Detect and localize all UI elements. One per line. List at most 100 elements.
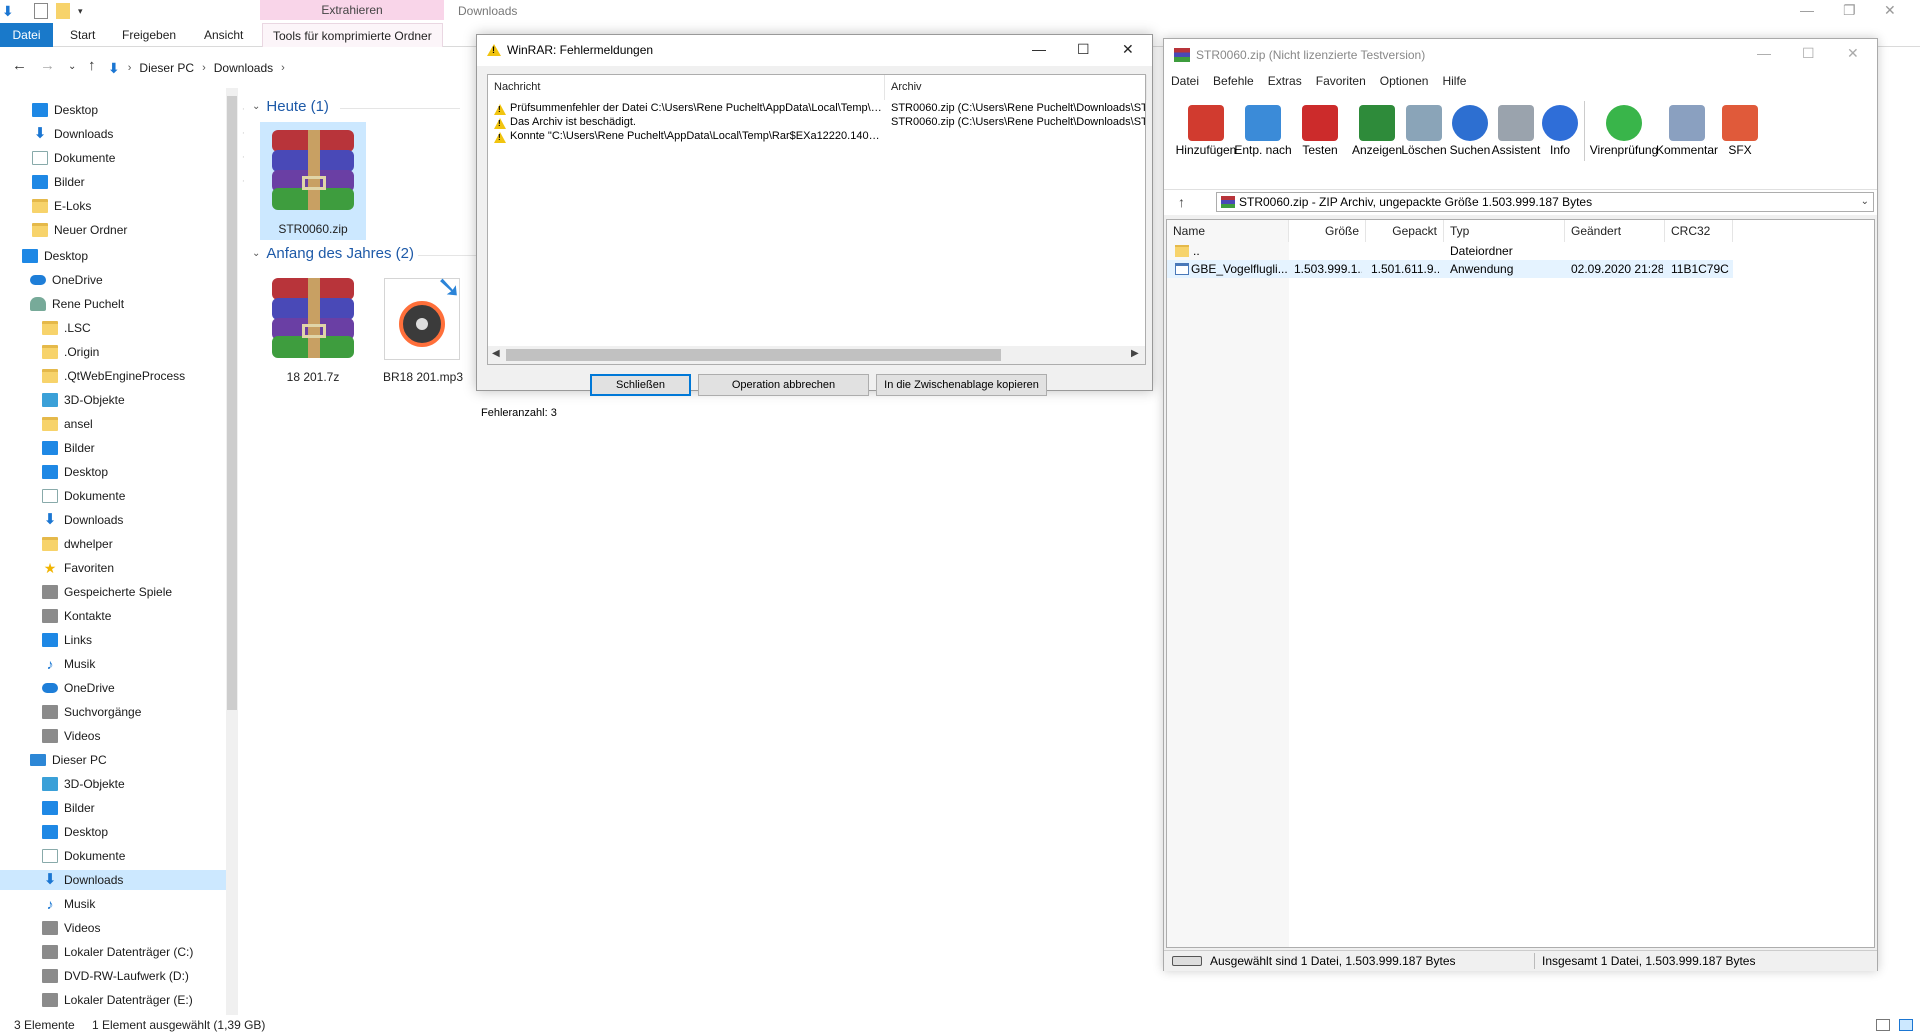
pin-icon[interactable]: ✦ (242, 124, 244, 144)
details-view-icon[interactable] (1876, 1019, 1890, 1031)
up-button[interactable]: ↑ (88, 57, 96, 74)
quick-access-download-icon[interactable]: ⬇ (2, 3, 16, 19)
sidebar-item-dvd-rw-laufwerk-d[interactable]: DVD-RW-Laufwerk (D:) (42, 966, 226, 986)
copy-to-clipboard-button[interactable]: In die Zwischenablage kopieren (876, 374, 1047, 396)
sidebar-item-dokumente[interactable]: Dokumente ✦ (32, 148, 244, 168)
column-header-modified[interactable]: Geändert (1565, 220, 1665, 242)
sidebar-item-musik[interactable]: ♪ Musik (42, 894, 226, 914)
tab-compressed-folder-tools[interactable]: Tools für komprimierte Ordner (262, 23, 443, 47)
quick-access-customize-icon[interactable]: ▾ (78, 6, 92, 22)
sidebar-item-downloads[interactable]: ⬇ Downloads (0, 870, 226, 890)
breadcrumb-item-dieser-pc[interactable]: Dieser PC (139, 61, 194, 75)
close-button[interactable]: ✕ (1847, 45, 1859, 62)
breadcrumb-separator-icon[interactable]: › (128, 62, 132, 74)
sidebar-item-onedrive[interactable]: OneDrive (42, 678, 226, 698)
quick-access-new-folder-icon[interactable] (56, 3, 70, 19)
column-header-message[interactable]: Nachricht (488, 75, 885, 100)
sidebar-item-links[interactable]: Links (42, 630, 226, 650)
sidebar-item-qtwebengineprocess[interactable]: .QtWebEngineProcess (42, 366, 226, 386)
list-item[interactable]: Konnte "C:\Users\Rene Puchelt\AppData\Lo… (488, 130, 1145, 146)
column-header-type[interactable]: Typ (1444, 220, 1565, 242)
sidebar-item-suchvorgänge[interactable]: Suchvorgänge (42, 702, 226, 722)
sidebar-item-desktop[interactable]: Desktop (42, 462, 226, 482)
sidebar-item-musik[interactable]: ♪ Musik (42, 654, 226, 674)
sidebar-item-lokaler-datenträger-c[interactable]: Lokaler Datenträger (C:) (42, 942, 226, 962)
navigation-scrollbar-thumb[interactable] (227, 96, 237, 710)
menu-datei[interactable]: Datei (1164, 71, 1206, 91)
scroll-left-icon[interactable]: ◀ (492, 348, 500, 359)
sidebar-item-desktop[interactable]: Desktop (22, 246, 226, 266)
breadcrumb-separator-icon[interactable]: › (202, 62, 206, 74)
tab-freigeben[interactable]: Freigeben (112, 23, 186, 47)
sidebar-item-desktop[interactable]: Desktop ✦ (32, 100, 244, 120)
menu-optionen[interactable]: Optionen (1373, 71, 1436, 91)
column-header-name[interactable]: Name (1167, 220, 1289, 242)
sidebar-item-e-loks[interactable]: E-Loks (32, 196, 226, 216)
sidebar-item-rene-puchelt[interactable]: Rene Puchelt (30, 294, 226, 314)
pin-icon[interactable]: ✦ (242, 100, 244, 120)
file-br18-201-mp3[interactable]: ➘ BR18 201.mp3 (370, 270, 476, 388)
group-header-today[interactable]: ⌄ Heute (1) (252, 98, 329, 115)
sidebar-item-bilder[interactable]: Bilder (42, 438, 226, 458)
sidebar-item-gespeicherte-spiele[interactable]: Gespeicherte Spiele (42, 582, 226, 602)
tab-datei[interactable]: Datei (0, 23, 53, 47)
minimize-button[interactable]: — (1032, 41, 1046, 57)
pin-icon[interactable]: ✦ (242, 148, 244, 168)
table-row[interactable]: GBE_Vogelflugli... 1.503.999.1... 1.501.… (1167, 260, 1733, 278)
pin-icon[interactable]: ✦ (242, 172, 244, 192)
info-button[interactable]: Info (1530, 99, 1590, 157)
up-one-level-icon[interactable]: ↑ (1178, 194, 1185, 210)
column-header-size[interactable]: Größe (1289, 220, 1366, 242)
file-18-201-7z[interactable]: 18 201.7z (260, 270, 366, 388)
sidebar-item-dwhelper[interactable]: dwhelper (42, 534, 226, 554)
sidebar-item-kontakte[interactable]: Kontakte (42, 606, 226, 626)
sidebar-item-lsc[interactable]: .LSC (42, 318, 226, 338)
forward-button[interactable]: → (40, 57, 55, 74)
tiles-view-icon[interactable] (1899, 1019, 1914, 1031)
sidebar-item-downloads[interactable]: ⬇ Downloads ✦ (32, 124, 244, 144)
breadcrumb-item-downloads[interactable]: Downloads (214, 61, 273, 75)
column-header-packed[interactable]: Gepackt (1366, 220, 1444, 242)
sidebar-item-favoriten[interactable]: ★ Favoriten (42, 558, 226, 578)
sidebar-item-bilder[interactable]: Bilder ✦ (32, 172, 244, 192)
breadcrumb-separator-icon[interactable]: › (281, 62, 285, 74)
sidebar-item-lokaler-datenträger-e[interactable]: Lokaler Datenträger (E:) (42, 990, 226, 1010)
column-header-archive[interactable]: Archiv (885, 75, 1147, 100)
recent-locations-chevron-icon[interactable]: ⌄ (68, 61, 76, 72)
restore-button[interactable]: ❐ (1843, 2, 1856, 19)
close-dialog-button[interactable]: Schließen (590, 374, 691, 396)
sidebar-item-origin[interactable]: .Origin (42, 342, 226, 362)
minimize-button[interactable]: — (1800, 2, 1814, 18)
menu-extras[interactable]: Extras (1261, 71, 1309, 91)
tab-start[interactable]: Start (60, 23, 105, 47)
sidebar-item-neuer-ordner[interactable]: Neuer Ordner (32, 220, 226, 240)
archive-path-combobox[interactable]: STR0060.zip - ZIP Archiv, ungepackte Grö… (1216, 192, 1874, 212)
view-toggle-icons[interactable] (1876, 1019, 1916, 1033)
table-row[interactable]: .. Dateiordner (1167, 242, 1733, 260)
sidebar-item-videos[interactable]: Videos (42, 918, 226, 938)
sidebar-item-dokumente[interactable]: Dokumente (42, 846, 226, 866)
abort-operation-button[interactable]: Operation abbrechen (698, 374, 869, 396)
sidebar-item-dokumente[interactable]: Dokumente (42, 486, 226, 506)
file-str0060-zip[interactable]: STR0060.zip (260, 122, 366, 240)
horizontal-scrollbar[interactable]: ◀ ▶ (488, 346, 1145, 364)
sidebar-item-3d-objekte[interactable]: 3D-Objekte (42, 390, 226, 410)
tab-ansicht[interactable]: Ansicht (194, 23, 253, 47)
sidebar-item-downloads[interactable]: ⬇ Downloads (42, 510, 226, 530)
sfx-button[interactable]: SFX (1710, 99, 1770, 157)
minimize-button[interactable]: — (1757, 45, 1771, 61)
scroll-right-icon[interactable]: ▶ (1131, 348, 1139, 359)
close-button[interactable]: ✕ (1122, 41, 1134, 58)
virus-scan-button[interactable]: Virenprüfung (1590, 99, 1658, 157)
chevron-down-icon[interactable]: ⌄ (1861, 193, 1869, 211)
quick-access-properties-icon[interactable] (34, 3, 48, 19)
sidebar-item-onedrive[interactable]: OneDrive (30, 270, 226, 290)
group-header-earlier-this-year[interactable]: ⌄ Anfang des Jahres (2) (252, 245, 414, 262)
maximize-button[interactable]: ☐ (1802, 45, 1815, 62)
menu-favoriten[interactable]: Favoriten (1309, 71, 1373, 91)
close-button[interactable]: ✕ (1884, 2, 1896, 19)
sidebar-item-bilder[interactable]: Bilder (42, 798, 226, 818)
sidebar-item-ansel[interactable]: ansel (42, 414, 226, 434)
scrollbar-thumb[interactable] (506, 349, 1001, 361)
back-button[interactable]: ← (12, 57, 27, 74)
